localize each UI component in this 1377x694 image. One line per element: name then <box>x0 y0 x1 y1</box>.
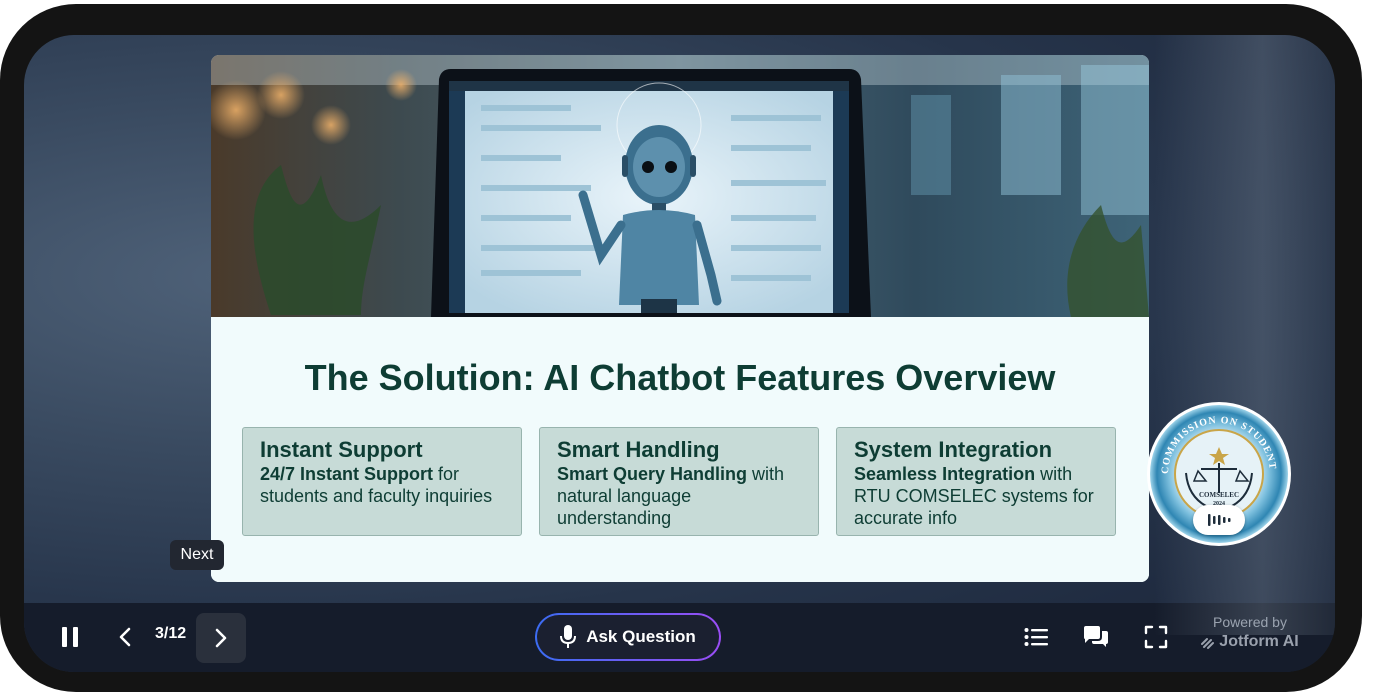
chevron-left-icon <box>119 627 131 647</box>
card-description-bold: Seamless Integration <box>854 464 1036 484</box>
fullscreen-button[interactable] <box>1140 621 1172 653</box>
brand-name: Jotform AI <box>1219 633 1299 650</box>
card-heading: Smart Handling <box>557 437 720 462</box>
brand-link[interactable]: Jotform AI <box>1184 631 1316 653</box>
pause-button[interactable] <box>54 619 86 655</box>
audio-wave-icon <box>1208 514 1231 526</box>
feature-card-instant-support: Instant Support 24/7 Instant Support for… <box>242 427 522 536</box>
feature-card-smart-handling: Smart Handling Smart Query Handling with… <box>539 427 819 536</box>
chevron-right-icon <box>215 628 227 648</box>
ask-question-label: Ask Question <box>586 627 696 646</box>
card-description: Seamless Integration with RTU COMSELEC s… <box>854 463 1098 529</box>
powered-by: Powered by Jotform AI <box>1184 613 1316 653</box>
card-description-bold: 24/7 Instant Support <box>260 464 434 484</box>
fullscreen-icon <box>1144 625 1168 649</box>
list-icon <box>1024 628 1048 646</box>
presentation-screen: The Solution: AI Chatbot Features Overvi… <box>24 35 1335 672</box>
slide-content: The Solution: AI Chatbot Features Overvi… <box>211 317 1149 582</box>
card-description: Smart Query Handling with natural langua… <box>557 463 801 529</box>
pause-icon <box>62 627 78 647</box>
slide-title: The Solution: AI Chatbot Features Overvi… <box>304 357 1056 398</box>
feature-card-system-integration: System Integration Seamless Integration … <box>836 427 1116 536</box>
card-description: 24/7 Instant Support for students and fa… <box>260 463 504 507</box>
card-description-bold: Smart Query Handling <box>557 464 748 484</box>
card-heading: Instant Support <box>260 437 423 462</box>
ask-question-button[interactable]: Ask Question <box>535 613 721 661</box>
badge-name: COMSELEC <box>1199 491 1239 499</box>
slide-counter: 3/12 <box>155 625 187 642</box>
slide-hero-image <box>211 55 1149 317</box>
chat-icon <box>1084 626 1108 647</box>
chat-button[interactable] <box>1080 621 1112 653</box>
player-controls-bar: 3/12 Ask Question Powered by Jotform AI <box>24 603 1335 672</box>
powered-by-label: Powered by <box>1213 614 1287 630</box>
next-button[interactable] <box>196 613 246 663</box>
slide: The Solution: AI Chatbot Features Overvi… <box>211 55 1149 582</box>
microphone-icon <box>560 625 577 648</box>
next-tooltip: Next <box>170 540 224 570</box>
slide-list-button[interactable] <box>1020 621 1052 653</box>
card-heading: System Integration <box>854 437 1053 462</box>
device-frame: The Solution: AI Chatbot Features Overvi… <box>0 4 1362 692</box>
jotform-logo-icon <box>1201 638 1215 649</box>
audio-indicator[interactable] <box>1193 505 1245 535</box>
previous-button[interactable] <box>110 619 140 655</box>
